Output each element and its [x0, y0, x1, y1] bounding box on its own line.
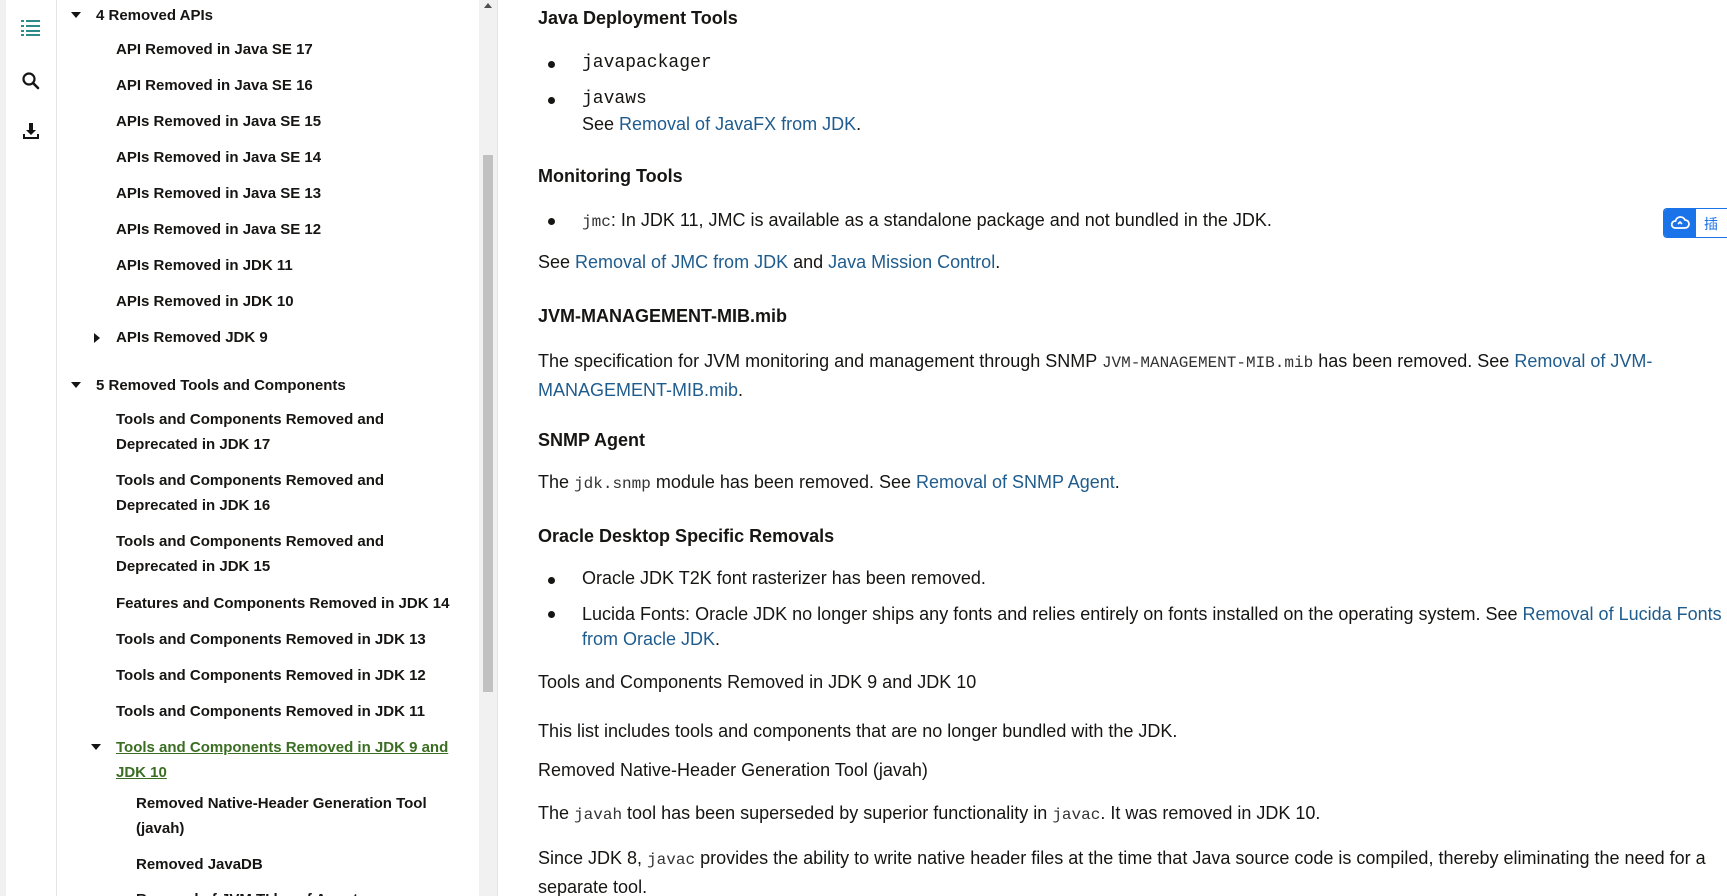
paragraph: Since JDK 8, javac provides the ability …: [538, 848, 1706, 896]
toc-item[interactable]: APIs Removed in Java SE 12: [116, 217, 321, 242]
toc-item[interactable]: API Removed in Java SE 17: [116, 37, 313, 62]
chevron-down-icon[interactable]: [71, 382, 81, 388]
section-heading: Oracle Desktop Specific Removals: [538, 526, 835, 546]
bullet: [548, 61, 555, 68]
toc-item-active[interactable]: Tools and Components Removed in JDK 9 an…: [116, 735, 448, 785]
paragraph: See Removal of JMC from JDK and Java Mis…: [538, 252, 1001, 272]
toc-item[interactable]: Features and Components Removed in JDK 1…: [116, 591, 449, 616]
paragraph: The javah tool has been superseded by su…: [538, 803, 1321, 824]
bullet: [548, 218, 555, 225]
toc-item[interactable]: APIs Removed in Java SE 15: [116, 109, 321, 134]
table-of-contents: 4 Removed APIs API Removed in Java SE 17…: [57, 0, 479, 896]
list-item-note: See Removal of JavaFX from JDK.: [582, 114, 862, 134]
toc-item[interactable]: Tools and Components Removed and Deprecat…: [116, 468, 384, 518]
toc-subitem[interactable]: Removal of JVM TI hprof Agent: [136, 887, 358, 896]
bullet: [548, 97, 555, 104]
toc-item[interactable]: APIs Removed in JDK 10: [116, 289, 294, 314]
link-removal-lucida-cont[interactable]: from Oracle JDK: [582, 629, 715, 649]
link-removal-lucida[interactable]: Removal of Lucida Fonts: [1523, 604, 1722, 624]
toc-item[interactable]: APIs Removed in Java SE 13: [116, 181, 321, 206]
paragraph: The specification for JVM monitoring and…: [538, 351, 1653, 400]
toc-item[interactable]: Tools and Components Removed in JDK 11: [116, 699, 425, 724]
toc-item[interactable]: Tools and Components Removed and Deprecat…: [116, 529, 384, 579]
section-heading: JVM-MANAGEMENT-MIB.mib: [538, 306, 787, 326]
floating-side-button[interactable]: 插: [1663, 208, 1727, 238]
bullet: [548, 577, 555, 584]
section-heading: Java Deployment Tools: [538, 8, 738, 28]
toc-subitem[interactable]: Removed JavaDB: [136, 852, 263, 877]
link-java-mission-control[interactable]: Java Mission Control: [828, 252, 995, 272]
list-item: Oracle JDK T2K font rasterizer has been …: [582, 568, 986, 588]
list-item: Lucida Fonts: Oracle JDK no longer ships…: [582, 604, 1722, 649]
toc-item[interactable]: Tools and Components Removed and Deprecat…: [116, 407, 384, 457]
section-heading: SNMP Agent: [538, 430, 646, 450]
toc-item[interactable]: API Removed in Java SE 16: [116, 73, 313, 98]
search-icon[interactable]: [18, 68, 44, 94]
paragraph: This list includes tools and components …: [538, 721, 1178, 741]
cloud-sync-icon: [1664, 209, 1696, 237]
chapter-heading: Tools and Components Removed in JDK 9 an…: [538, 672, 977, 692]
floating-button-label: 插: [1704, 216, 1718, 232]
list-item: javapackager: [582, 53, 712, 73]
toc-item[interactable]: APIs Removed JDK 9: [116, 325, 268, 350]
toc-icon[interactable]: [18, 14, 44, 40]
link-removal-snmp[interactable]: Removal of SNMP Agent: [916, 472, 1115, 492]
icon-rail: [0, 0, 57, 896]
link-removal-jvm-mib-cont[interactable]: MANAGEMENT-MIB.mib: [538, 380, 738, 400]
toc-scrollbar[interactable]: [479, 0, 498, 896]
link-removal-jmc[interactable]: Removal of JMC from JDK: [575, 252, 788, 272]
download-icon[interactable]: [18, 118, 44, 144]
bullet: [548, 611, 555, 618]
chevron-down-icon[interactable]: [91, 744, 101, 750]
link-removal-jvm-mib[interactable]: Removal of JVM-: [1514, 351, 1652, 371]
link-removal-javafx[interactable]: Removal of JavaFX from JDK: [619, 114, 856, 134]
scroll-up-arrow-icon[interactable]: [484, 3, 492, 8]
toc-chapter-removed-tools[interactable]: 5 Removed Tools and Components: [96, 373, 346, 398]
section-heading: Removed Native-Header Generation Tool (j…: [538, 760, 928, 780]
toc-item[interactable]: Tools and Components Removed in JDK 12: [116, 663, 426, 688]
chevron-right-icon[interactable]: [94, 333, 100, 343]
toc-subitem[interactable]: Removed Native-Header Generation Tool (ja…: [136, 791, 427, 841]
chevron-down-icon[interactable]: [71, 12, 81, 18]
toc-chapter-removed-apis[interactable]: 4 Removed APIs: [96, 3, 213, 28]
list-item: jmc: In JDK 11, JMC is available as a st…: [582, 210, 1272, 231]
section-heading: Monitoring Tools: [538, 166, 683, 186]
toc-item[interactable]: APIs Removed in Java SE 14: [116, 145, 321, 170]
toc-item[interactable]: Tools and Components Removed in JDK 13: [116, 627, 426, 652]
paragraph: The jdk.snmp module has been removed. Se…: [538, 472, 1120, 493]
main-content: Java Deployment Tools javapackager javaw…: [498, 0, 1727, 896]
scrollbar-thumb[interactable]: [483, 155, 493, 692]
toc-item[interactable]: APIs Removed in JDK 11: [116, 253, 293, 278]
list-item: javaws: [582, 89, 647, 109]
